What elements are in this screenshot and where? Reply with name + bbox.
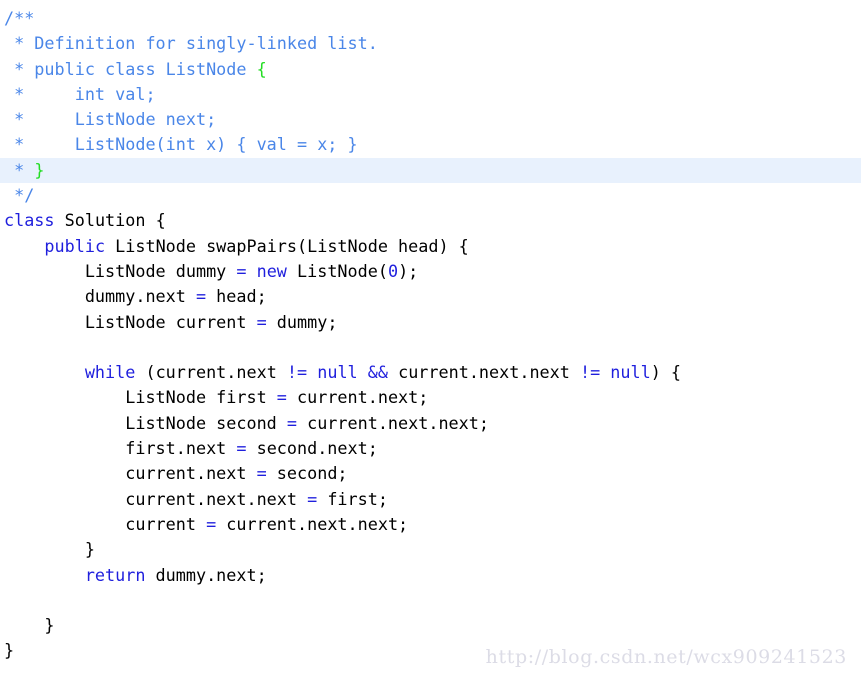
code-token-comment: * public class ListNode xyxy=(4,58,257,79)
code-line[interactable] xyxy=(0,335,861,360)
code-line-highlighted[interactable]: * } xyxy=(0,157,861,184)
code-line[interactable]: ListNode second = current.next.next; xyxy=(0,411,861,436)
code-token-plain: current.next; xyxy=(286,387,429,408)
code-line[interactable]: current = current.next.next; xyxy=(0,512,861,537)
code-line[interactable]: ListNode current = dummy; xyxy=(0,310,861,335)
code-line[interactable]: } xyxy=(0,613,861,638)
code-token-plain: ) { xyxy=(650,362,682,383)
code-token-plain: dummy.next xyxy=(4,286,196,307)
code-line[interactable]: /** xyxy=(0,6,861,31)
code-line-list: /** * Definition for singly-linked list.… xyxy=(0,6,861,664)
code-token-plain: ListNode( xyxy=(286,260,388,281)
code-line[interactable]: * Definition for singly-linked list. xyxy=(0,31,861,56)
code-token-keyword: return xyxy=(84,564,146,585)
code-token-plain: current.next.next; xyxy=(297,412,489,433)
code-token-plain: current.next.next xyxy=(4,488,308,509)
code-token-comment: /** xyxy=(4,8,35,28)
code-token-operator: && xyxy=(367,362,388,383)
code-token-plain: current xyxy=(4,513,207,534)
code-token-operator: = xyxy=(256,463,267,484)
code-token-plain: (current.next xyxy=(135,362,287,383)
code-token-plain: head; xyxy=(206,286,267,307)
code-token-brace-match: { xyxy=(256,58,267,79)
code-token-plain: } xyxy=(4,640,15,661)
code-token-keyword: while xyxy=(84,362,136,383)
code-line[interactable]: return dummy.next; xyxy=(0,563,861,588)
code-token-plain: ListNode second xyxy=(4,412,287,433)
code-token-plain: dummy; xyxy=(266,311,338,332)
code-token-brace-match: } xyxy=(34,159,45,180)
code-line[interactable]: current.next.next = first; xyxy=(0,487,861,512)
code-token-comment: * xyxy=(4,159,35,180)
code-token-operator: != xyxy=(286,362,308,383)
code-token-operator: = xyxy=(286,412,297,433)
code-token-plain: current.next.next xyxy=(388,362,580,383)
code-token-operator: = xyxy=(256,311,267,332)
code-token-plain: ListNode first xyxy=(4,387,277,408)
code-editor[interactable]: /** * Definition for singly-linked list.… xyxy=(0,0,861,675)
code-line[interactable]: dummy.next = head; xyxy=(0,284,861,309)
code-line[interactable]: public ListNode swapPairs(ListNode head)… xyxy=(0,234,861,259)
watermark-url: http://blog.csdn.net/wcx909241523 xyxy=(485,646,847,668)
code-line[interactable] xyxy=(0,588,861,613)
code-token-plain: ); xyxy=(398,260,419,281)
code-token-plain: current.next xyxy=(4,463,257,484)
code-token-plain: ListNode dummy xyxy=(4,260,237,281)
code-line[interactable]: */ xyxy=(0,183,861,208)
code-token-plain: dummy.next; xyxy=(145,564,267,585)
code-token-comment: * int val; xyxy=(4,83,156,104)
code-token-operator: = xyxy=(236,260,247,281)
code-token-operator: = xyxy=(276,387,287,408)
code-token-plain: first; xyxy=(317,488,388,509)
code-line[interactable]: class Solution { xyxy=(0,208,861,233)
code-token-keyword: null xyxy=(317,362,358,383)
code-token-operator: = xyxy=(236,438,247,459)
code-line[interactable]: first.next = second.next; xyxy=(0,436,861,461)
code-token-operator: = xyxy=(195,286,207,307)
code-token-keyword: class xyxy=(4,210,55,231)
code-token-operator: = xyxy=(206,513,217,534)
code-line[interactable]: * ListNode next; xyxy=(0,107,861,132)
code-line[interactable]: } xyxy=(0,537,861,562)
code-token-comment: * ListNode(int x) { val = x; } xyxy=(4,134,358,155)
code-token-comment: * Definition for singly-linked list. xyxy=(4,33,378,54)
code-token-plain: } xyxy=(4,615,55,636)
code-token-plain: second.next; xyxy=(246,438,378,459)
code-token-keyword: null xyxy=(610,362,651,383)
code-token-plain: current.next.next; xyxy=(216,513,409,534)
code-token-plain: Solution { xyxy=(54,210,166,231)
code-token-comment: */ xyxy=(4,185,35,206)
code-line[interactable]: current.next = second; xyxy=(0,461,861,486)
code-line[interactable]: while (current.next != null && current.n… xyxy=(0,360,861,385)
code-token-operator: != xyxy=(579,362,601,383)
code-token-plain: ListNode current xyxy=(4,311,257,332)
code-token-operator: = xyxy=(307,488,318,509)
code-line[interactable]: * int val; xyxy=(0,82,861,107)
code-token-keyword: new xyxy=(256,260,287,281)
code-token-plain: ListNode swapPairs(ListNode head) { xyxy=(105,235,469,256)
code-token-number: 0 xyxy=(387,260,399,281)
code-token-plain: } xyxy=(4,539,95,560)
code-line[interactable]: ListNode dummy = new ListNode(0); xyxy=(0,259,861,284)
code-token-keyword: public xyxy=(44,235,106,256)
code-token-plain: second; xyxy=(266,463,348,484)
code-token-plain: first.next xyxy=(4,438,237,459)
code-line[interactable]: * ListNode(int x) { val = x; } xyxy=(0,132,861,157)
code-line[interactable]: * public class ListNode { xyxy=(0,57,861,82)
code-line[interactable]: ListNode first = current.next; xyxy=(0,385,861,410)
code-token-comment: * ListNode next; xyxy=(4,109,217,130)
